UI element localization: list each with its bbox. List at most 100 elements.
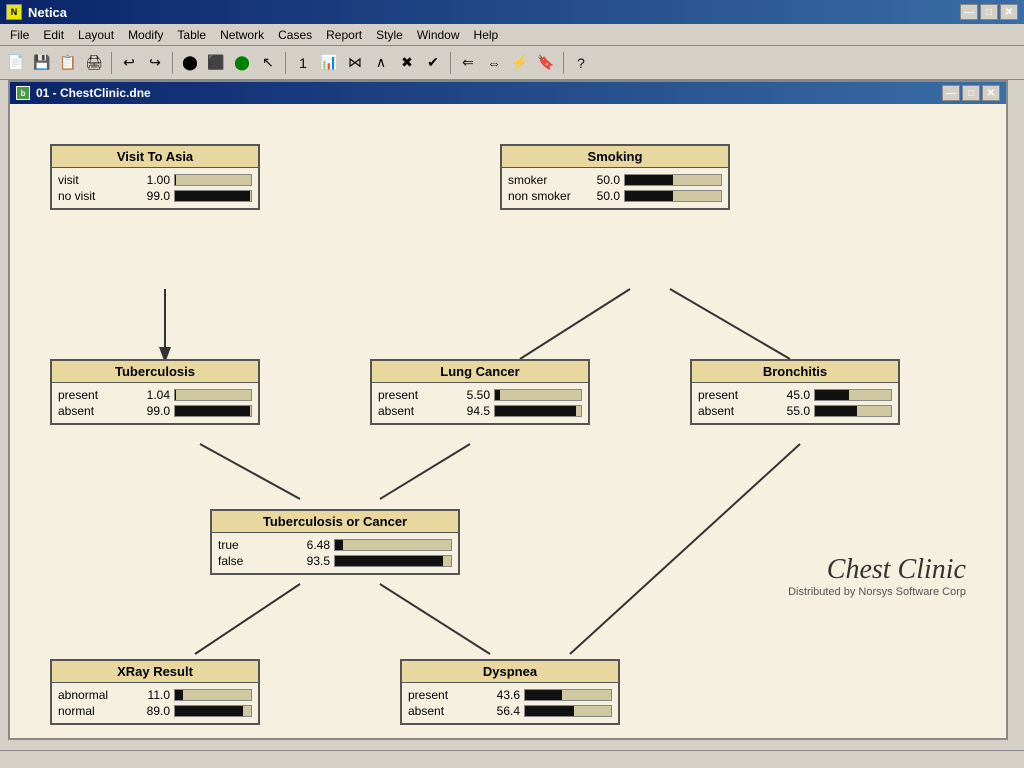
compile-tool[interactable]: ∧ [369,51,393,75]
chest-clinic-subtitle: Distributed by Norsys Software Corp [788,586,966,598]
node-row: no visit 99.0 [58,189,252,203]
node-tub-or-cancer[interactable]: Tuberculosis or Cancer true 6.48 false 9… [210,509,460,575]
bar-fill [625,175,673,185]
row-label: present [698,388,768,402]
row-label: normal [58,704,128,718]
copy-button[interactable]: 📋 [56,51,80,75]
node-tuberculosis-title: Tuberculosis [52,361,258,383]
node-visit-to-asia-body: visit 1.00 no visit 99.0 [52,168,258,208]
save-button[interactable]: 💾 [30,51,54,75]
minimize-button[interactable]: — [960,4,978,20]
doc-minimize[interactable]: — [942,85,960,101]
graph-tool[interactable]: 📊 [317,51,341,75]
bar-container [334,539,452,551]
bar-fill [815,390,849,400]
bar-container [494,405,582,417]
menu-layout[interactable]: Layout [72,26,120,44]
toolbar-sep-3 [285,52,286,74]
bar-fill [175,690,183,700]
node-row: present 45.0 [698,388,892,402]
menu-style[interactable]: Style [370,26,409,44]
node-dyspnea-body: present 43.6 absent 56.4 [402,683,618,723]
bar-container [174,705,252,717]
node-tuberculosis-body: present 1.04 absent 99.0 [52,383,258,423]
node-row: present 43.6 [408,688,612,702]
node-visit-to-asia[interactable]: Visit To Asia visit 1.00 no visit 99.0 [50,144,260,210]
bar-container [174,190,252,202]
node-tuberculosis[interactable]: Tuberculosis present 1.04 absent 99.0 [50,359,260,425]
undo-button[interactable]: ↩ [117,51,141,75]
bar-container [174,689,252,701]
bar-container [524,689,612,701]
bar-fill [175,175,176,185]
menu-network[interactable]: Network [214,26,270,44]
row-value: 5.50 [452,388,490,402]
row-label: absent [58,404,128,418]
left-arrow[interactable]: ⇐ [456,51,480,75]
node-tool[interactable]: ⋈ [343,51,367,75]
rect-tool[interactable]: ⬛ [204,51,228,75]
x-tool[interactable]: ✖ [395,51,419,75]
node-row: smoker 50.0 [508,173,722,187]
node-bronchitis-body: present 45.0 absent 55.0 [692,383,898,423]
doc-maximize[interactable]: □ [962,85,980,101]
row-label: present [378,388,448,402]
check-tool[interactable]: ✔ [421,51,445,75]
arrow-tool[interactable]: ↖ [256,51,280,75]
bookmark-tool[interactable]: 🔖 [534,51,558,75]
row-label: true [218,538,288,552]
bar-fill [175,191,250,201]
node-visit-to-asia-title: Visit To Asia [52,146,258,168]
menu-edit[interactable]: Edit [37,26,70,44]
node-row: absent 99.0 [58,404,252,418]
node-smoking-title: Smoking [502,146,728,168]
app-title-bar: N Netica — □ ✕ [0,0,1024,24]
window-controls: — □ ✕ [960,4,1018,20]
menu-report[interactable]: Report [320,26,368,44]
doc-title: 01 - ChestClinic.dne [36,86,936,100]
redo-button[interactable]: ↪ [143,51,167,75]
bar-container [624,174,722,186]
doc-close[interactable]: ✕ [982,85,1000,101]
close-button[interactable]: ✕ [1000,4,1018,20]
row-label: present [408,688,478,702]
node-smoking[interactable]: Smoking smoker 50.0 non smoker 50.0 [500,144,730,210]
print-button[interactable]: 🖨 [82,51,106,75]
menu-window[interactable]: Window [411,26,466,44]
menu-file[interactable]: File [4,26,35,44]
bar-fill [815,406,857,416]
help-tool[interactable]: ? [569,51,593,75]
menu-table[interactable]: Table [171,26,212,44]
row-value: 56.4 [482,704,520,718]
node-lung-cancer-title: Lung Cancer [372,361,588,383]
filled-oval-tool[interactable]: ⬤ [230,51,254,75]
node-dyspnea[interactable]: Dyspnea present 43.6 absent 56.4 [400,659,620,725]
menu-modify[interactable]: Modify [122,26,169,44]
node-row: absent 55.0 [698,404,892,418]
node-bronchitis[interactable]: Bronchitis present 45.0 absent 55.0 [690,359,900,425]
toolbar-sep-2 [172,52,173,74]
new-button[interactable]: 📄 [4,51,28,75]
bar-fill [175,406,250,416]
lightning-tool[interactable]: ⚡ [508,51,532,75]
doc-icon: b [16,86,30,100]
app-title: Netica [28,5,954,20]
status-bar [0,750,1024,768]
node-xray[interactable]: XRay Result abnormal 11.0 normal 89.0 [50,659,260,725]
maximize-button[interactable]: □ [980,4,998,20]
double-arrow[interactable]: ⇔ [482,51,506,75]
menu-help[interactable]: Help [468,26,505,44]
chest-clinic-title: Chest Clinic [788,554,966,586]
row-label: abnormal [58,688,128,702]
node-lung-cancer[interactable]: Lung Cancer present 5.50 absent 94.5 [370,359,590,425]
bar-fill [625,191,673,201]
node-row: true 6.48 [218,538,452,552]
menu-bar: File Edit Layout Modify Table Network Ca… [0,24,1024,46]
bar-container [174,405,252,417]
num-tool[interactable]: 1 [291,51,315,75]
row-value: 50.0 [582,189,620,203]
menu-cases[interactable]: Cases [272,26,318,44]
network-canvas[interactable]: Visit To Asia visit 1.00 no visit 99.0 [10,104,1006,738]
oval-tool[interactable]: ⬤ [178,51,202,75]
bar-container [494,389,582,401]
